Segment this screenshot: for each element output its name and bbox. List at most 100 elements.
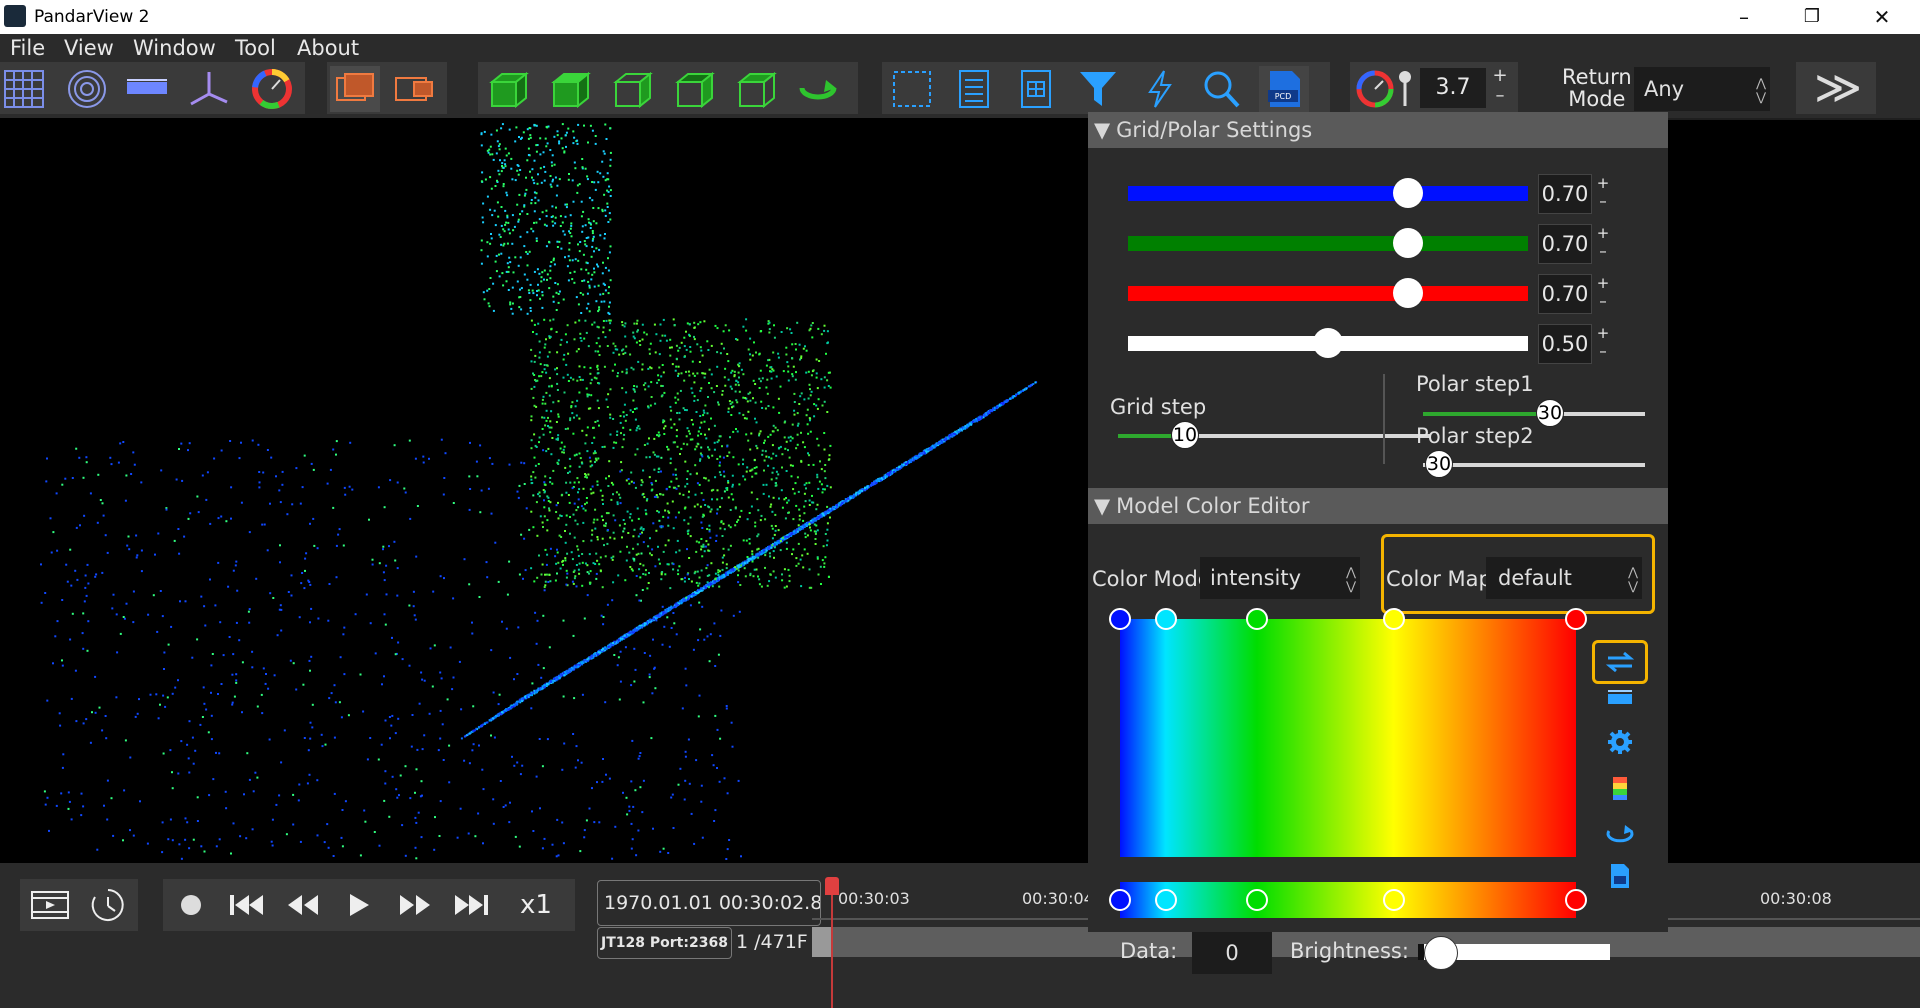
point-size-button[interactable] xyxy=(1394,66,1416,112)
axis-button[interactable] xyxy=(184,66,234,112)
view-top-button[interactable] xyxy=(545,66,595,112)
grid-color-value[interactable]: 0.70 xyxy=(1538,274,1592,314)
grid-color-slider-track[interactable] xyxy=(1128,286,1528,301)
color-stop-handle[interactable] xyxy=(1109,608,1131,630)
grid-color-value[interactable]: 0.70 xyxy=(1538,174,1592,214)
brightness-slider-knob[interactable] xyxy=(1424,936,1458,970)
trail-icon xyxy=(395,77,433,101)
double-chevron-icon: ≫ xyxy=(1814,60,1863,114)
polar-step1-slider[interactable]: 30 xyxy=(1536,399,1564,427)
polar-step2-slider[interactable]: 30 xyxy=(1425,450,1453,478)
color-map-preview[interactable] xyxy=(1120,619,1576,857)
point-cloud-viewport[interactable] xyxy=(0,118,1090,863)
grid-color-slider-knob[interactable] xyxy=(1393,228,1423,258)
menu-file[interactable]: File xyxy=(10,36,45,60)
grid-button[interactable] xyxy=(0,66,50,112)
color-stop-handle[interactable] xyxy=(1382,889,1405,911)
grid-color-stepper[interactable]: + – xyxy=(1594,174,1612,212)
video-mode-button[interactable] xyxy=(24,883,76,927)
point-size-input[interactable]: 3.7 xyxy=(1420,68,1486,108)
grid-color-stepper[interactable]: + – xyxy=(1594,324,1612,362)
color-stop-handle[interactable] xyxy=(1154,608,1177,630)
menu-window[interactable]: Window xyxy=(133,36,216,60)
menu-view[interactable]: View xyxy=(64,36,114,60)
grid-color-value[interactable]: 0.70 xyxy=(1538,224,1592,264)
palette-button[interactable] xyxy=(1350,66,1400,112)
point-cloud-points xyxy=(40,123,1038,860)
reset-rotate-button[interactable] xyxy=(1602,814,1638,850)
color-mode-select[interactable]: intensity ⋀ ⋁ xyxy=(1200,557,1360,599)
grid-color-slider-knob[interactable] xyxy=(1313,328,1343,358)
point-size-stepper[interactable]: + – xyxy=(1490,66,1510,106)
playback-speed-button[interactable]: x1 xyxy=(503,883,569,927)
skip-to-end-button[interactable] xyxy=(445,883,497,927)
grid-step-slider[interactable]: 10 xyxy=(1171,421,1199,449)
polar-icon xyxy=(68,70,106,108)
playhead-marker[interactable] xyxy=(825,877,839,895)
flatten-button[interactable] xyxy=(1602,680,1638,716)
view-side-button[interactable] xyxy=(607,66,657,112)
polar-button[interactable] xyxy=(62,66,112,112)
rewind-button[interactable] xyxy=(277,883,329,927)
color-stop-handle[interactable] xyxy=(1245,608,1268,630)
record-button[interactable] xyxy=(165,883,217,927)
table-view-button[interactable] xyxy=(1011,66,1061,112)
grid-color-slider-knob[interactable] xyxy=(1393,278,1423,308)
color-wheel-button[interactable] xyxy=(247,66,297,112)
grid-color-stepper[interactable]: + – xyxy=(1594,274,1612,312)
grid-color-slider-knob[interactable] xyxy=(1393,178,1423,208)
playhead-line xyxy=(831,879,833,1008)
color-mode-label: Color Mode xyxy=(1092,567,1200,591)
return-mode-select[interactable]: Any ⋀ ⋁ xyxy=(1634,67,1770,111)
overlay-frame-button[interactable] xyxy=(330,66,380,112)
color-stop-handle[interactable] xyxy=(1109,889,1131,911)
polar-step2-track[interactable] xyxy=(1423,463,1645,467)
point-list-button[interactable] xyxy=(949,66,999,112)
grid-polar-header[interactable]: ▼ Grid/Polar Settings xyxy=(1088,112,1668,148)
search-button[interactable] xyxy=(1197,66,1247,112)
menu-tool[interactable]: Tool xyxy=(235,36,276,60)
grid-color-slider-track[interactable] xyxy=(1128,236,1528,251)
select-region-button[interactable] xyxy=(887,66,937,112)
color-stop-handle[interactable] xyxy=(1245,889,1268,911)
color-mode-value: intensity xyxy=(1210,566,1302,590)
restore-button[interactable]: ❐ xyxy=(1790,2,1834,32)
data-input[interactable]: 0 xyxy=(1192,932,1272,974)
grid-color-value[interactable]: 0.50 xyxy=(1538,324,1592,364)
lightning-button[interactable] xyxy=(1135,66,1185,112)
time-mode-button[interactable] xyxy=(82,883,134,927)
color-map-bar[interactable] xyxy=(1120,882,1576,918)
view-back-button[interactable] xyxy=(669,66,719,112)
color-map-select[interactable]: default ⋀ ⋁ xyxy=(1486,557,1642,599)
rotate-view-button[interactable] xyxy=(793,66,843,112)
ruler-button[interactable] xyxy=(122,66,172,112)
more-tools-button[interactable]: ≫ xyxy=(1796,62,1876,114)
color-stop-handle[interactable] xyxy=(1565,889,1587,911)
minimize-button[interactable]: – xyxy=(1722,2,1766,32)
filter-button[interactable] xyxy=(1073,66,1123,112)
color-stop-handle[interactable] xyxy=(1382,608,1405,630)
save-colormap-button[interactable] xyxy=(1602,858,1638,894)
fast-forward-button[interactable] xyxy=(389,883,441,927)
color-stop-handle[interactable] xyxy=(1565,608,1587,630)
analysis-tools-group: PCD xyxy=(882,62,1330,114)
view-front-button[interactable] xyxy=(483,66,533,112)
play-button[interactable] xyxy=(333,883,385,927)
palette-icon xyxy=(1356,70,1394,108)
swap-colors-button[interactable] xyxy=(1602,644,1638,680)
pcd-export-button[interactable]: PCD xyxy=(1259,66,1309,112)
gradient-preset-button[interactable] xyxy=(1602,770,1638,806)
menu-bar: File View Window Tool About xyxy=(0,34,1920,62)
grid-polar-title: Grid/Polar Settings xyxy=(1116,118,1313,142)
close-button[interactable]: ✕ xyxy=(1860,2,1904,32)
frame-trail-button[interactable] xyxy=(389,66,439,112)
model-color-header[interactable]: ▼ Model Color Editor xyxy=(1088,488,1668,524)
menu-about[interactable]: About xyxy=(297,36,359,60)
skip-to-start-button[interactable] xyxy=(221,883,273,927)
grid-color-stepper[interactable]: + – xyxy=(1594,224,1612,262)
fast-forward-icon xyxy=(400,895,430,915)
color-stop-handle[interactable] xyxy=(1154,889,1177,911)
view-bottom-button[interactable] xyxy=(731,66,781,112)
grid-color-slider-track[interactable] xyxy=(1128,186,1528,201)
settings-button[interactable] xyxy=(1602,724,1638,760)
